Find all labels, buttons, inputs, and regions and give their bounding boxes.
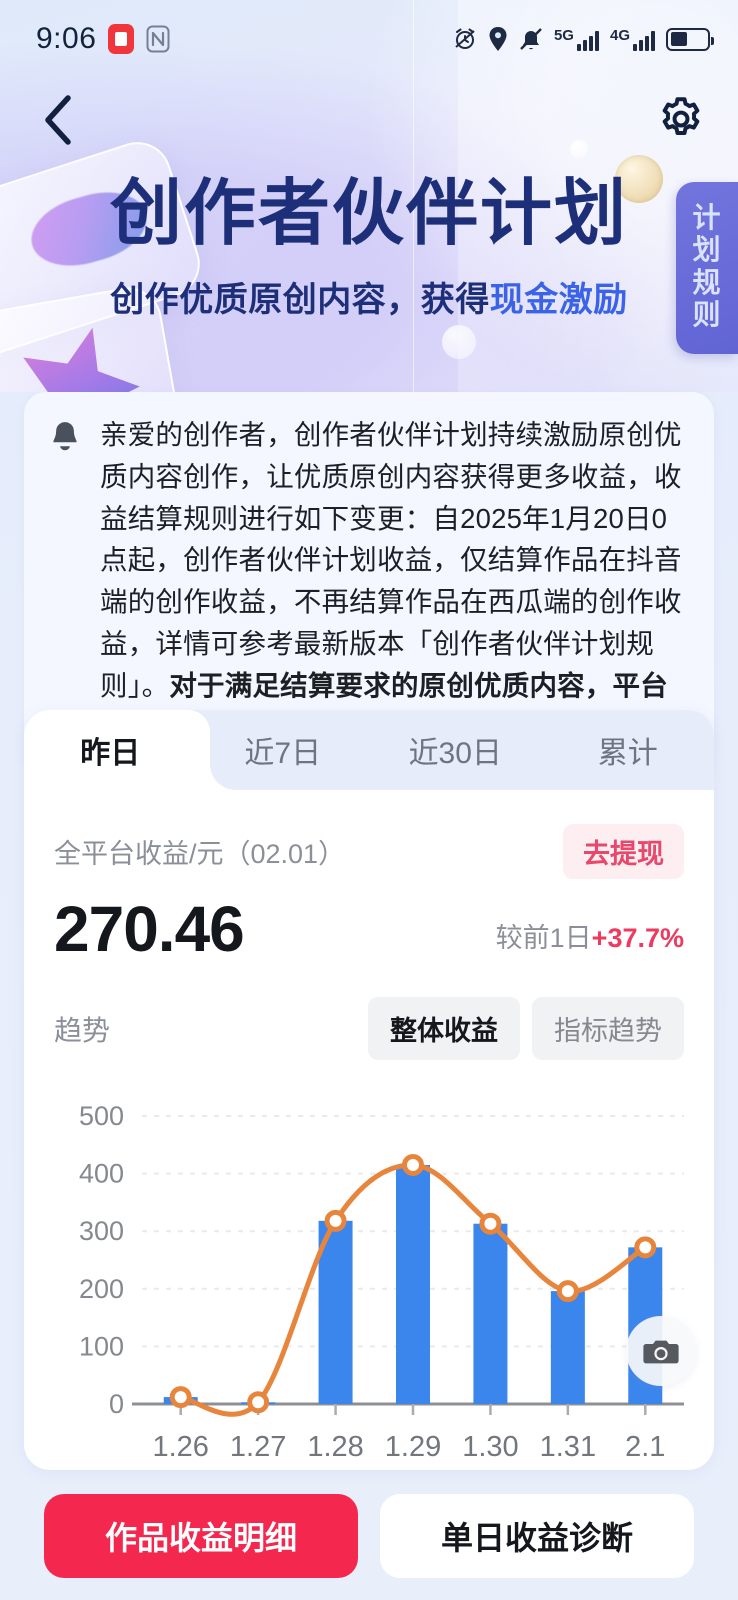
chart-y-tick-label: 400 [79,1159,124,1189]
segment-overall-income[interactable]: 整体收益 [368,997,520,1060]
bottom-action-bar: 作品收益明细 单日收益诊断 [0,1472,738,1600]
chart-bar [473,1223,508,1404]
tab-cumulative[interactable]: 累计 [542,710,715,790]
signal-5g-icon: 5G [554,28,599,51]
daily-income-diagnosis-button[interactable]: 单日收益诊断 [380,1494,694,1578]
tab-yesterday[interactable]: 昨日 [24,710,197,790]
period-tabs: 昨日 近7日 近30日 累计 [24,710,714,790]
rule-tab-char-1: 划 [692,234,722,266]
trend-header-row: 趋势 整体收益 指标趋势 [24,961,714,1060]
alarm-icon [455,28,475,49]
chart-x-tick-label: 1.26 [152,1431,208,1463]
income-value-row: 270.46 较前1日+37.7% [24,879,714,961]
page-title: 创作者伙伴计划 [109,174,628,254]
chart-y-tick-label: 0 [109,1389,124,1419]
chart-data-point [247,1391,270,1414]
camera-button[interactable] [626,1316,696,1386]
rule-tab-char-2: 规 [692,266,722,298]
rule-tab-char-0: 计 [692,202,722,233]
chart-y-tick-label: 200 [79,1274,124,1304]
decor-bubble-large [442,325,476,359]
status-bar: 9:06 5G 4G [0,0,738,78]
income-label: 全平台收益/元（02.01） [54,839,346,869]
segment-metric-trend[interactable]: 指标趋势 [532,997,684,1060]
withdraw-button[interactable]: 去提现 [563,824,684,879]
location-icon [489,27,507,51]
income-delta-prefix: 较前1日 [495,923,592,953]
battery-icon [666,27,714,51]
mute-icon [520,28,542,50]
chart-bar [396,1164,430,1404]
page-subtitle: 创作优质原创内容，获得现金激励 [0,272,738,321]
page-subtitle-plain: 创作优质原创内容，获得 [110,281,490,319]
work-income-detail-button[interactable]: 作品收益明细 [44,1494,358,1578]
nfc-icon [146,25,170,53]
income-value: 270.46 [54,893,245,965]
chart-x-tick-label: 2.1 [625,1431,665,1463]
status-time: 9:06 [36,22,97,55]
plan-rules-tab[interactable]: 计 划 规 则 [676,182,738,354]
app-screen: 创作者伙伴计划 创作优质原创内容，获得现金激励 9:06 5G 4G 计 划 规… [0,0,738,1600]
chart-data-point [324,1209,347,1232]
income-delta-value: +37.7% [591,923,684,953]
chart-bar [550,1291,585,1404]
chart-data-point [169,1386,192,1409]
status-bar-right: 5G 4G [453,26,714,52]
chart-x-tick-label: 1.28 [307,1431,363,1463]
trend-label: 趋势 [54,1014,111,1046]
income-label-row: 全平台收益/元（02.01） 去提现 [24,790,714,879]
earnings-card: 昨日 近7日 近30日 累计 全平台收益/元（02.01） 去提现 270.46… [24,710,714,1470]
network-5g-label: 5G [553,26,574,44]
tab-last-30-days[interactable]: 近30日 [369,710,542,790]
notice-text: 亲爱的创作者，创作者伙伴计划持续激励原创优质内容创作，让优质原创内容获得更多收益… [100,414,688,748]
chart-canvas: 0 100 200 300 400 500 1.26 1.27 1.28 1.29 1.30 1.31… [79,1101,684,1463]
chart-x-tick-label: 1.29 [385,1431,441,1463]
chart-y-tick-label: 500 [79,1101,124,1131]
status-bar-left: 9:06 [36,22,170,56]
rule-tab-char-3: 则 [692,299,722,331]
earnings-chart: 0 100 200 300 400 500 1.26 1.27 1.28 1.29 1.30 1.31… [24,1088,714,1470]
tab-last-7-days[interactable]: 近7日 [197,710,370,790]
chart-data-point [402,1153,424,1176]
chart-x-tick-label: 1.27 [230,1431,286,1463]
gear-icon [662,97,700,135]
chart-x-tick-label: 1.30 [462,1431,518,1463]
chart-data-point [634,1236,657,1259]
back-button[interactable] [30,92,86,148]
chart-y-tick-label: 300 [79,1216,124,1246]
page-subtitle-highlight: 现金激励 [489,281,628,319]
decor-bubble-small [570,140,588,158]
income-delta: 较前1日+37.7% [496,916,684,961]
chart-data-point [556,1280,579,1303]
signal-4g-icon: 4G [610,28,655,51]
chart-x-tick-label: 1.31 [540,1431,596,1463]
network-4g-label: 4G [609,26,630,44]
settings-button[interactable] [652,90,710,148]
bell-icon [48,414,82,748]
app-icon [108,24,135,54]
trend-segmented-control: 整体收益 指标趋势 [368,997,684,1060]
back-chevron-icon [45,95,71,145]
chart-y-tick-label: 100 [79,1331,124,1361]
chart-data-point [479,1212,502,1235]
camera-icon [643,1340,679,1364]
